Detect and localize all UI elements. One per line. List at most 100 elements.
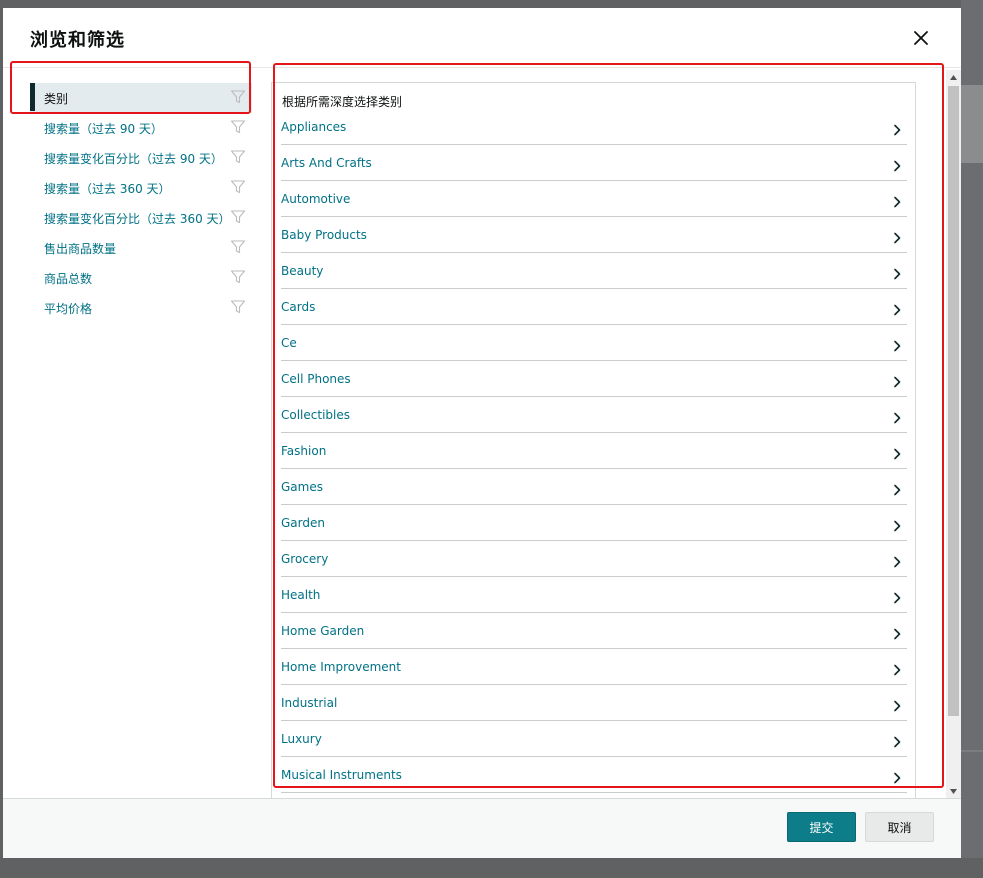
scroll-down-button[interactable] [949, 787, 958, 796]
dialog-title: 浏览和筛选 [30, 30, 125, 51]
dialog-footer: 提交 取消 [3, 799, 961, 858]
category-row[interactable]: Home Improvement [281, 649, 907, 685]
submit-button[interactable]: 提交 [787, 812, 856, 842]
sidebar-item-label: 搜索量变化百分比（过去 90 天） [44, 151, 223, 166]
category-label: Cell Phones [281, 371, 351, 386]
category-row[interactable]: Home Garden [281, 613, 907, 649]
category-label: Beauty [281, 263, 324, 278]
funnel-icon[interactable] [230, 239, 246, 255]
category-row[interactable]: Baby Products [281, 217, 907, 253]
chevron-right-icon [891, 589, 903, 603]
category-label: Games [281, 479, 323, 494]
chevron-right-icon [891, 769, 903, 783]
chevron-right-icon [891, 193, 903, 207]
chevron-right-icon [891, 697, 903, 711]
background-panel-edge [961, 85, 983, 163]
sidebar-item[interactable]: 搜索量（过去 90 天） [30, 113, 252, 143]
sidebar-item[interactable]: 平均价格 [30, 293, 252, 323]
sidebar-item-label: 商品总数 [44, 271, 93, 286]
category-label: Collectibles [281, 407, 350, 422]
sidebar-item-label: 搜索量（过去 360 天） [44, 181, 171, 196]
browse-filter-dialog: 浏览和筛选 类别搜索量（过去 90 天） 搜索量变化百分比（过去 90 天） 搜索量… [3, 8, 961, 858]
category-row[interactable]: Collectibles [281, 397, 907, 433]
sidebar-item[interactable]: 搜索量变化百分比（过去 90 天） [30, 143, 252, 173]
sidebar-item-label: 搜索量变化百分比（过去 360 天） [44, 211, 231, 226]
chevron-right-icon [891, 121, 903, 135]
close-icon [914, 31, 928, 45]
sidebar-item[interactable]: 搜索量变化百分比（过去 360 天） [30, 203, 252, 233]
category-label: Luxury [281, 731, 322, 746]
vertical-scrollbar[interactable] [946, 70, 961, 798]
category-row[interactable]: Appliances [281, 109, 907, 145]
category-row[interactable]: Luxury [281, 721, 907, 757]
category-label: Home Garden [281, 623, 365, 638]
page-backdrop-bottom [0, 858, 983, 878]
sidebar-item[interactable]: 搜索量（过去 360 天） [30, 173, 252, 203]
background-panel-edge [961, 750, 983, 752]
sidebar-item[interactable]: 售出商品数量 [30, 233, 252, 263]
close-button[interactable] [909, 26, 933, 50]
active-indicator [30, 83, 35, 111]
funnel-icon[interactable] [230, 299, 246, 315]
funnel-icon[interactable] [230, 209, 246, 225]
sidebar-item-label: 类别 [44, 91, 69, 106]
chevron-right-icon [891, 481, 903, 495]
category-label: Ce [281, 335, 297, 350]
chevron-right-icon [891, 445, 903, 459]
category-row[interactable]: Health [281, 577, 907, 613]
chevron-right-icon [891, 553, 903, 567]
category-label: Musical Instruments [281, 767, 402, 782]
chevron-right-icon [891, 733, 903, 747]
category-row[interactable]: Industrial [281, 685, 907, 721]
chevron-right-icon [891, 373, 903, 387]
funnel-icon[interactable] [230, 269, 246, 285]
funnel-icon[interactable] [230, 89, 246, 105]
category-row[interactable]: Musical Instruments [281, 757, 907, 793]
sidebar-item[interactable]: 商品总数 [30, 263, 252, 293]
category-row[interactable]: Fashion [281, 433, 907, 469]
category-label: Arts And Crafts [281, 155, 372, 170]
sidebar-item[interactable]: 类别 [30, 83, 252, 113]
cancel-button[interactable]: 取消 [865, 812, 934, 842]
chevron-right-icon [891, 265, 903, 279]
category-row[interactable]: Grocery [281, 541, 907, 577]
category-label: Grocery [281, 551, 329, 566]
category-row[interactable]: Cell Phones [281, 361, 907, 397]
chevron-right-icon [891, 409, 903, 423]
category-label: Appliances [281, 119, 347, 134]
scroll-thumb[interactable] [948, 86, 959, 716]
category-row[interactable]: Beauty [281, 253, 907, 289]
filter-sidebar: 类别搜索量（过去 90 天） 搜索量变化百分比（过去 90 天） 搜索量（过去 36… [30, 83, 252, 323]
category-row[interactable]: Cards [281, 289, 907, 325]
category-row[interactable]: Garden [281, 505, 907, 541]
category-list: Appliances Arts And Crafts Automotive Baby … [281, 109, 907, 793]
category-label: Fashion [281, 443, 327, 458]
sidebar-item-label: 平均价格 [44, 301, 93, 316]
scroll-up-arrow-icon [950, 75, 957, 80]
category-label: Cards [281, 299, 316, 314]
chevron-right-icon [891, 229, 903, 243]
scroll-up-button[interactable] [949, 73, 958, 82]
category-label: Baby Products [281, 227, 367, 242]
funnel-icon[interactable] [230, 149, 246, 165]
sidebar-item-label: 售出商品数量 [44, 241, 117, 256]
funnel-icon[interactable] [230, 179, 246, 195]
category-row[interactable]: Ce [281, 325, 907, 361]
category-label: Home Improvement [281, 659, 401, 674]
category-label: Industrial [281, 695, 338, 710]
category-row[interactable]: Games [281, 469, 907, 505]
chevron-right-icon [891, 157, 903, 171]
chevron-right-icon [891, 517, 903, 531]
category-row[interactable]: Automotive [281, 181, 907, 217]
chevron-right-icon [891, 661, 903, 675]
category-row[interactable]: Arts And Crafts [281, 145, 907, 181]
chevron-right-icon [891, 301, 903, 315]
category-label: Garden [281, 515, 325, 530]
category-panel: 根据所需深度选择类别 Appliances Arts And Crafts Auto… [271, 82, 916, 798]
scroll-down-arrow-icon [950, 789, 957, 794]
category-label: Health [281, 587, 321, 602]
header-divider [3, 67, 961, 68]
chevron-right-icon [891, 625, 903, 639]
category-hint: 根据所需深度选择类别 [282, 95, 403, 109]
funnel-icon[interactable] [230, 119, 246, 135]
